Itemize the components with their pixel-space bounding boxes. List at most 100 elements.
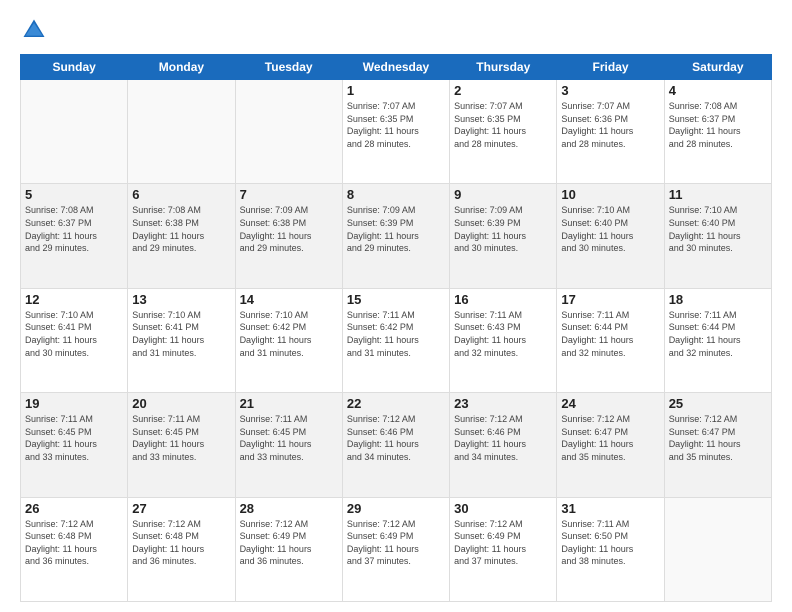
day-number: 19 <box>25 396 123 411</box>
day-number: 6 <box>132 187 230 202</box>
day-info: Sunrise: 7:10 AM Sunset: 6:41 PM Dayligh… <box>132 309 230 359</box>
weekday-friday: Friday <box>557 55 664 80</box>
calendar-cell: 6 Sunrise: 7:08 AM Sunset: 6:38 PM Daylig… <box>128 184 235 288</box>
day-info: Sunrise: 7:08 AM Sunset: 6:37 PM Dayligh… <box>669 100 767 150</box>
calendar-cell: 2 Sunrise: 7:07 AM Sunset: 6:35 PM Daylig… <box>450 80 557 184</box>
day-info: Sunrise: 7:11 AM Sunset: 6:43 PM Dayligh… <box>454 309 552 359</box>
weekday-monday: Monday <box>128 55 235 80</box>
day-number: 1 <box>347 83 445 98</box>
weekday-wednesday: Wednesday <box>342 55 449 80</box>
day-info: Sunrise: 7:11 AM Sunset: 6:50 PM Dayligh… <box>561 518 659 568</box>
day-number: 27 <box>132 501 230 516</box>
day-info: Sunrise: 7:10 AM Sunset: 6:40 PM Dayligh… <box>561 204 659 254</box>
calendar-cell: 26 Sunrise: 7:12 AM Sunset: 6:48 PM Dayli… <box>21 497 128 601</box>
day-number: 30 <box>454 501 552 516</box>
day-number: 18 <box>669 292 767 307</box>
day-number: 29 <box>347 501 445 516</box>
calendar-cell: 29 Sunrise: 7:12 AM Sunset: 6:49 PM Dayli… <box>342 497 449 601</box>
logo <box>20 16 50 44</box>
day-number: 31 <box>561 501 659 516</box>
day-number: 11 <box>669 187 767 202</box>
calendar-cell <box>235 80 342 184</box>
day-info: Sunrise: 7:07 AM Sunset: 6:35 PM Dayligh… <box>454 100 552 150</box>
calendar-cell: 17 Sunrise: 7:11 AM Sunset: 6:44 PM Dayli… <box>557 288 664 392</box>
calendar-cell: 14 Sunrise: 7:10 AM Sunset: 6:42 PM Dayli… <box>235 288 342 392</box>
weekday-saturday: Saturday <box>664 55 771 80</box>
week-row-2: 5 Sunrise: 7:08 AM Sunset: 6:37 PM Daylig… <box>21 184 772 288</box>
calendar-cell: 12Sunrise: 7:10 AM Sunset: 6:41 PM Dayli… <box>21 288 128 392</box>
day-info: Sunrise: 7:12 AM Sunset: 6:48 PM Dayligh… <box>25 518 123 568</box>
calendar-cell: 1 Sunrise: 7:07 AM Sunset: 6:35 PM Daylig… <box>342 80 449 184</box>
day-info: Sunrise: 7:10 AM Sunset: 6:40 PM Dayligh… <box>669 204 767 254</box>
day-info: Sunrise: 7:08 AM Sunset: 6:38 PM Dayligh… <box>132 204 230 254</box>
day-number: 24 <box>561 396 659 411</box>
day-number: 10 <box>561 187 659 202</box>
calendar-cell: 15Sunrise: 7:11 AM Sunset: 6:42 PM Dayli… <box>342 288 449 392</box>
day-number: 16 <box>454 292 552 307</box>
calendar-cell: 21 Sunrise: 7:11 AM Sunset: 6:45 PM Dayli… <box>235 393 342 497</box>
calendar-cell: 20 Sunrise: 7:11 AM Sunset: 6:45 PM Dayli… <box>128 393 235 497</box>
day-number: 28 <box>240 501 338 516</box>
day-info: Sunrise: 7:11 AM Sunset: 6:44 PM Dayligh… <box>669 309 767 359</box>
calendar-table: SundayMondayTuesdayWednesdayThursdayFrid… <box>20 54 772 602</box>
calendar-cell: 22 Sunrise: 7:12 AM Sunset: 6:46 PM Dayli… <box>342 393 449 497</box>
calendar-cell: 18 Sunrise: 7:11 AM Sunset: 6:44 PM Dayli… <box>664 288 771 392</box>
day-info: Sunrise: 7:12 AM Sunset: 6:49 PM Dayligh… <box>347 518 445 568</box>
day-number: 21 <box>240 396 338 411</box>
page: SundayMondayTuesdayWednesdayThursdayFrid… <box>0 0 792 612</box>
weekday-sunday: Sunday <box>21 55 128 80</box>
day-number: 17 <box>561 292 659 307</box>
weekday-header-row: SundayMondayTuesdayWednesdayThursdayFrid… <box>21 55 772 80</box>
day-number: 7 <box>240 187 338 202</box>
day-info: Sunrise: 7:09 AM Sunset: 6:39 PM Dayligh… <box>347 204 445 254</box>
day-number: 22 <box>347 396 445 411</box>
day-info: Sunrise: 7:12 AM Sunset: 6:49 PM Dayligh… <box>240 518 338 568</box>
day-number: 12 <box>25 292 123 307</box>
day-info: Sunrise: 7:12 AM Sunset: 6:49 PM Dayligh… <box>454 518 552 568</box>
calendar-cell: 10 Sunrise: 7:10 AM Sunset: 6:40 PM Dayli… <box>557 184 664 288</box>
day-info: Sunrise: 7:10 AM Sunset: 6:42 PM Dayligh… <box>240 309 338 359</box>
day-info: Sunrise: 7:12 AM Sunset: 6:47 PM Dayligh… <box>669 413 767 463</box>
calendar-cell: 16 Sunrise: 7:11 AM Sunset: 6:43 PM Dayli… <box>450 288 557 392</box>
day-number: 5 <box>25 187 123 202</box>
day-number: 3 <box>561 83 659 98</box>
calendar-cell: 24 Sunrise: 7:12 AM Sunset: 6:47 PM Dayli… <box>557 393 664 497</box>
calendar-cell: 7 Sunrise: 7:09 AM Sunset: 6:38 PM Daylig… <box>235 184 342 288</box>
calendar-cell: 11 Sunrise: 7:10 AM Sunset: 6:40 PM Dayli… <box>664 184 771 288</box>
day-info: Sunrise: 7:08 AM Sunset: 6:37 PM Dayligh… <box>25 204 123 254</box>
calendar-cell: 31 Sunrise: 7:11 AM Sunset: 6:50 PM Dayli… <box>557 497 664 601</box>
calendar-cell <box>664 497 771 601</box>
weekday-thursday: Thursday <box>450 55 557 80</box>
calendar-cell: 27 Sunrise: 7:12 AM Sunset: 6:48 PM Dayli… <box>128 497 235 601</box>
day-number: 20 <box>132 396 230 411</box>
day-info: Sunrise: 7:09 AM Sunset: 6:38 PM Dayligh… <box>240 204 338 254</box>
day-info: Sunrise: 7:12 AM Sunset: 6:46 PM Dayligh… <box>454 413 552 463</box>
day-info: Sunrise: 7:11 AM Sunset: 6:45 PM Dayligh… <box>240 413 338 463</box>
header <box>20 16 772 44</box>
day-number: 26 <box>25 501 123 516</box>
day-number: 2 <box>454 83 552 98</box>
calendar-cell <box>21 80 128 184</box>
day-info: Sunrise: 7:11 AM Sunset: 6:45 PM Dayligh… <box>132 413 230 463</box>
week-row-3: 12 Sunrise: 7:10 AM Sunset: 6:41 PM Dayli… <box>21 288 772 392</box>
calendar-cell: 8Sunrise: 7:09 AM Sunset: 6:39 PM Daylig… <box>342 184 449 288</box>
calendar-cell: 23 Sunrise: 7:12 AM Sunset: 6:46 PM Dayli… <box>450 393 557 497</box>
day-info: Sunrise: 7:07 AM Sunset: 6:35 PM Dayligh… <box>347 100 445 150</box>
calendar-cell: 13Sunrise: 7:10 AM Sunset: 6:41 PM Dayli… <box>128 288 235 392</box>
day-info: Sunrise: 7:12 AM Sunset: 6:48 PM Dayligh… <box>132 518 230 568</box>
day-number: 23 <box>454 396 552 411</box>
day-number: 25 <box>669 396 767 411</box>
calendar-cell: 3 Sunrise: 7:07 AM Sunset: 6:36 PM Daylig… <box>557 80 664 184</box>
day-info: Sunrise: 7:11 AM Sunset: 6:45 PM Dayligh… <box>25 413 123 463</box>
calendar-cell: 9Sunrise: 7:09 AM Sunset: 6:39 PM Daylig… <box>450 184 557 288</box>
day-info: Sunrise: 7:07 AM Sunset: 6:36 PM Dayligh… <box>561 100 659 150</box>
day-info: Sunrise: 7:11 AM Sunset: 6:44 PM Dayligh… <box>561 309 659 359</box>
weekday-tuesday: Tuesday <box>235 55 342 80</box>
day-info: Sunrise: 7:12 AM Sunset: 6:47 PM Dayligh… <box>561 413 659 463</box>
calendar-cell: 4 Sunrise: 7:08 AM Sunset: 6:37 PM Daylig… <box>664 80 771 184</box>
day-info: Sunrise: 7:12 AM Sunset: 6:46 PM Dayligh… <box>347 413 445 463</box>
day-number: 14 <box>240 292 338 307</box>
calendar-cell: 19 Sunrise: 7:11 AM Sunset: 6:45 PM Dayli… <box>21 393 128 497</box>
day-number: 4 <box>669 83 767 98</box>
day-info: Sunrise: 7:11 AM Sunset: 6:42 PM Dayligh… <box>347 309 445 359</box>
